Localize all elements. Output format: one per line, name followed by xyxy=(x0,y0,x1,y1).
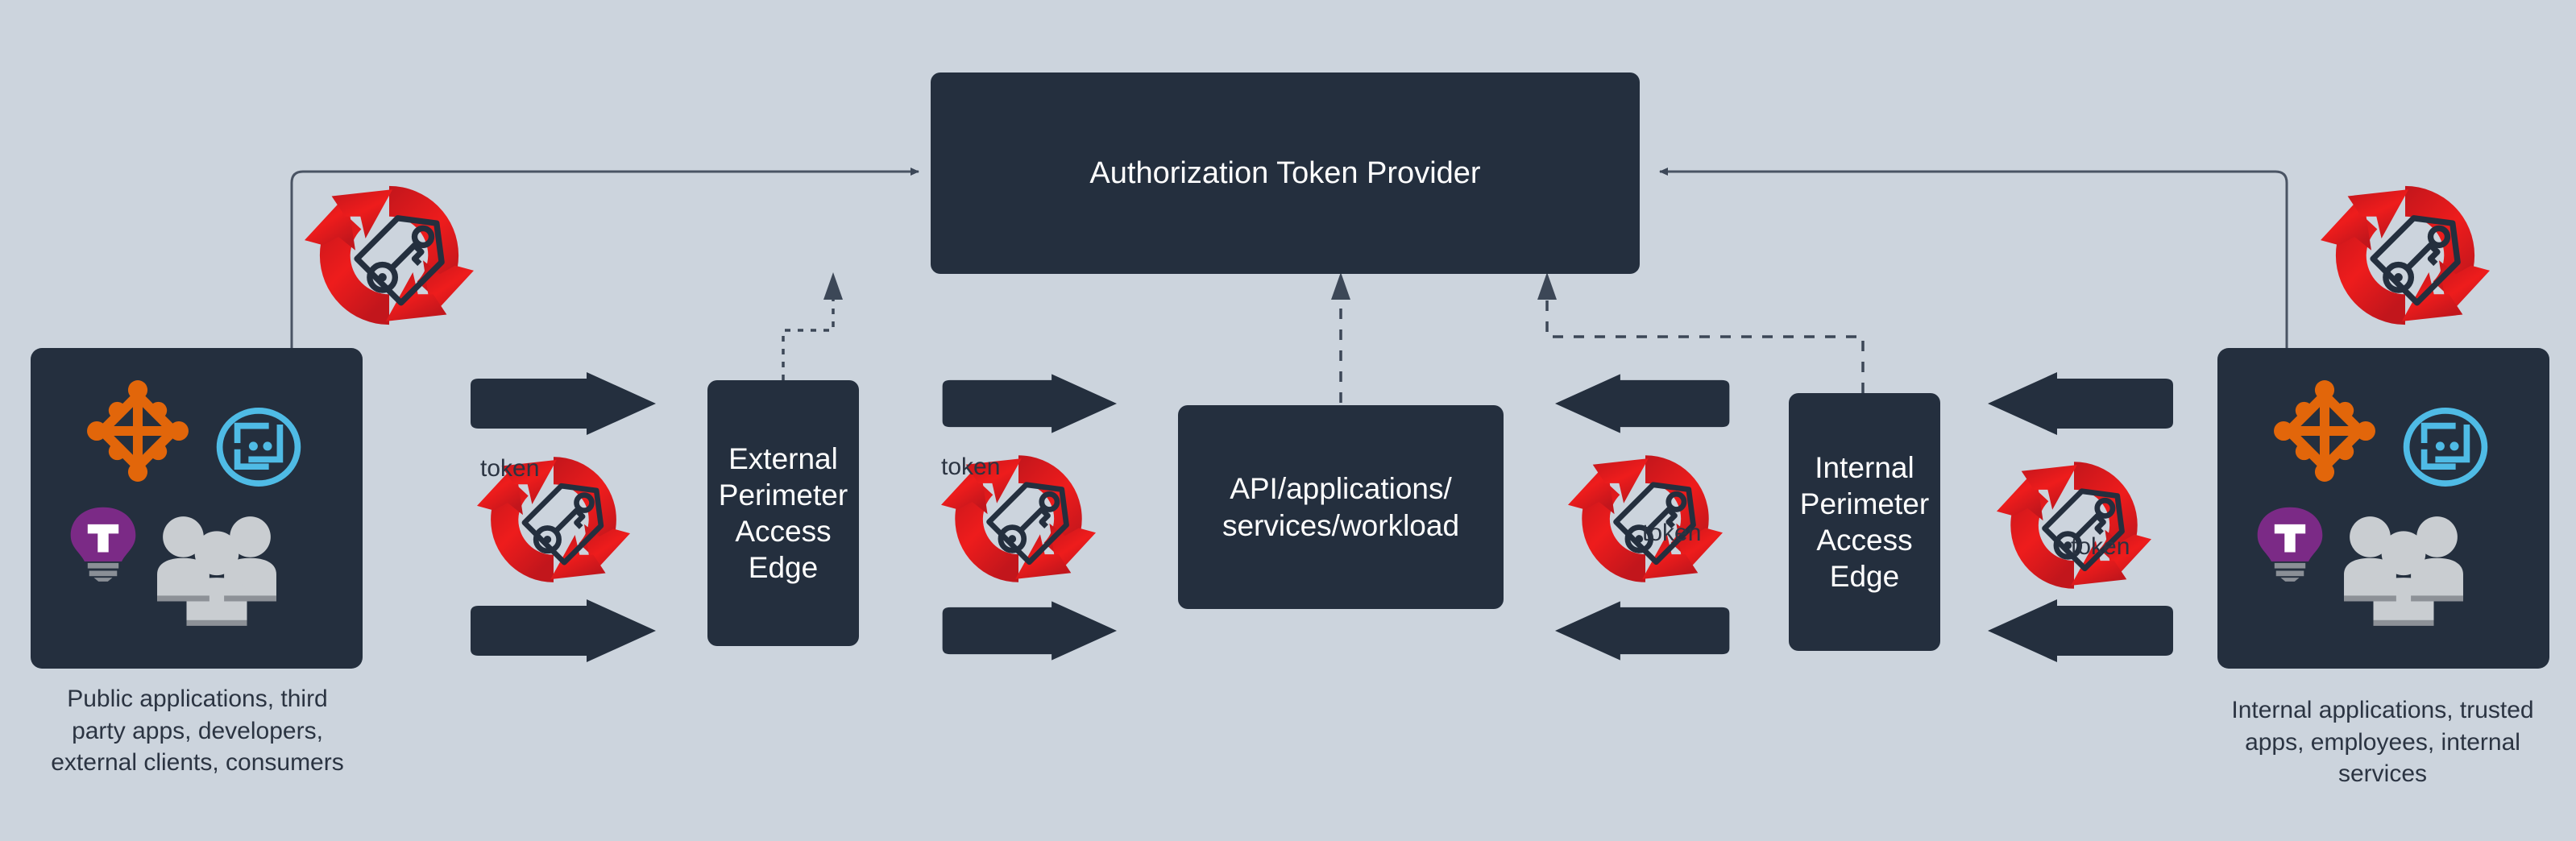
flow-arrow-left-4a xyxy=(1988,372,2173,435)
node-authorization-token-provider[interactable]: Authorization Token Provider xyxy=(931,72,1640,274)
edge-external-edge-to-provider xyxy=(782,300,835,380)
flow-arrow-right-1a xyxy=(471,372,656,435)
lightbulb-icon xyxy=(70,507,136,582)
arrowhead-api-to-provider xyxy=(1331,272,1350,300)
token-badge-internal-left xyxy=(1568,455,1723,582)
flow-arrow-left-3a xyxy=(1555,374,1730,433)
node-external-perimeter-access-edge[interactable]: External Perimeter Access Edge xyxy=(707,380,859,646)
token-label-2: token xyxy=(941,454,1001,480)
arrowhead-internal-edge-to-provider xyxy=(1537,272,1557,300)
diagram-canvas: Authorization Token Provider External Pe… xyxy=(0,0,2576,841)
user-group-icon xyxy=(157,516,276,626)
token-label-1: token xyxy=(480,455,540,482)
node-internal-perimeter-access-edge-label: Internal Perimeter Access Edge xyxy=(1799,450,1930,594)
user-group-icon xyxy=(2344,516,2463,626)
edge-internal-actor-to-provider xyxy=(1659,168,2288,351)
token-badge-external-top xyxy=(305,185,474,325)
network-nodes-icon xyxy=(2274,380,2375,482)
node-api-applications-services-workload[interactable]: API/applications/ services/workload xyxy=(1178,405,1504,609)
node-external-perimeter-access-edge-label: External Perimeter Access Edge xyxy=(718,441,848,585)
node-api-applications-services-workload-label: API/applications/ services/workload xyxy=(1222,472,1460,542)
console-window-icon xyxy=(2403,408,2488,487)
arrowhead-external-edge-to-provider xyxy=(823,272,843,300)
token-label-4: token xyxy=(2071,533,2130,560)
token-badge-internal-right xyxy=(1997,462,2151,589)
actor-internal-caption: Internal applications, trusted apps, emp… xyxy=(2231,697,2534,788)
actor-external-caption: Public applications, third party apps, d… xyxy=(51,686,344,777)
flow-arrow-right-2b xyxy=(942,601,1117,661)
node-internal-perimeter-access-edge[interactable]: Internal Perimeter Access Edge xyxy=(1789,393,1940,651)
flow-arrow-left-3b xyxy=(1555,601,1730,661)
lightbulb-icon xyxy=(2257,507,2323,582)
node-authorization-token-provider-label: Authorization Token Provider xyxy=(1089,155,1481,190)
token-label-3: token xyxy=(1642,520,1702,546)
actor-internal-box[interactable] xyxy=(2217,348,2549,669)
flow-arrow-left-4b xyxy=(1988,599,2173,662)
console-window-icon xyxy=(216,408,301,487)
flow-arrow-right-2a xyxy=(942,374,1117,433)
network-nodes-icon xyxy=(87,380,189,482)
actor-external-box[interactable] xyxy=(31,348,363,669)
token-badge-internal-top xyxy=(2321,185,2490,325)
flow-arrow-right-1b xyxy=(471,599,656,662)
